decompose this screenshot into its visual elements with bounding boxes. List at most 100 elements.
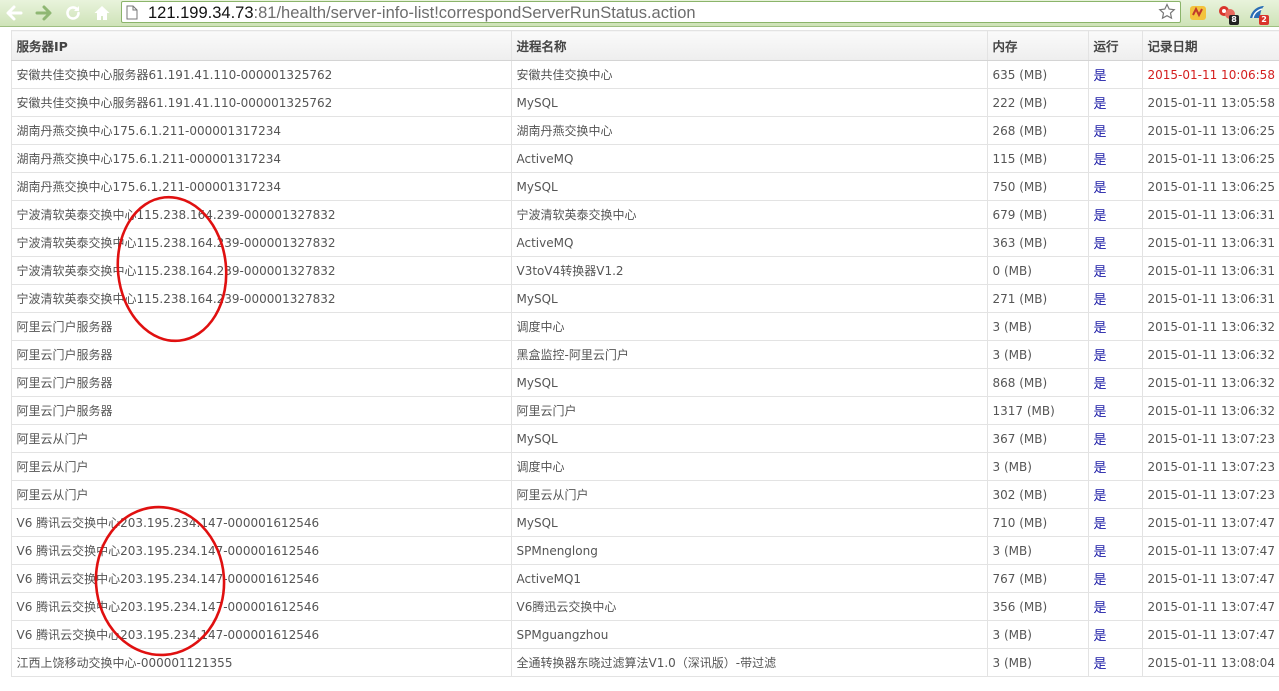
cell-server-ip: 阿里云门户服务器 <box>10 368 512 397</box>
header-process-name[interactable]: 进程名称 <box>510 30 988 61</box>
cell-memory: 268 (MB) <box>986 116 1089 145</box>
cell-running: 是 <box>1087 312 1143 341</box>
url-path: :81/health/server-info-list!correspondSe… <box>253 4 696 22</box>
cell-server-ip: 宁波清软英泰交换中心115.238.164.239-000001327832 <box>10 284 512 313</box>
table-row[interactable]: V6 腾讯云交换中心203.195.234.147-000001612546 My… <box>0 508 1279 537</box>
cell-server-ip: 宁波清软英泰交换中心115.238.164.239-000001327832 <box>10 256 512 285</box>
table-row[interactable]: 湖南丹燕交换中心175.6.1.211-000001317234 MySQL 750… <box>0 172 1279 201</box>
cell-record-date: 2015-01-11 13:06:32 <box>1141 368 1279 397</box>
table-row[interactable]: 宁波清软英泰交换中心115.238.164.239-000001327832 V3… <box>0 256 1279 285</box>
extension-2-button[interactable]: 8 <box>1217 3 1239 25</box>
cell-record-date: 2015-01-11 13:06:31 <box>1141 284 1279 313</box>
cell-memory: 3 (MB) <box>986 620 1089 649</box>
cell-memory: 635 (MB) <box>986 60 1089 89</box>
table-header-row: 服务器IP 进程名称 内存 运行 记录日期 <box>0 30 1279 61</box>
table-row[interactable]: 阿里云从门户 调度中心 3 (MB) 是 2015-01-11 13:07:23 <box>0 452 1279 481</box>
cell-process-name: SPMnenglong <box>510 536 988 565</box>
table-row[interactable]: V6 腾讯云交换中心203.195.234.147-000001612546 V6… <box>0 592 1279 621</box>
cell-running: 是 <box>1087 284 1143 313</box>
home-button[interactable] <box>91 2 113 24</box>
extension-3-button[interactable]: 2 <box>1247 3 1269 25</box>
cell-server-ip: 湖南丹燕交换中心175.6.1.211-000001317234 <box>10 116 512 145</box>
cell-memory: 302 (MB) <box>986 480 1089 509</box>
cell-record-date: 2015-01-11 13:06:32 <box>1141 396 1279 425</box>
cell-memory: 271 (MB) <box>986 284 1089 313</box>
table-row[interactable]: 安徽共佳交换中心服务器61.191.41.110-000001325762 安徽共… <box>0 60 1279 89</box>
extension-badge: 8 <box>1229 15 1239 25</box>
cell-memory: 679 (MB) <box>986 200 1089 229</box>
header-running[interactable]: 运行 <box>1087 30 1143 61</box>
row-spacer <box>0 200 11 229</box>
row-spacer <box>0 340 11 369</box>
cell-memory: 367 (MB) <box>986 424 1089 453</box>
page-icon <box>126 5 138 20</box>
table-row[interactable]: 江西上饶移动交换中心-000001121355 全通转换器东晓过滤算法V1.0（深… <box>0 648 1279 677</box>
row-spacer <box>0 144 11 173</box>
cell-record-date: 2015-01-11 13:06:25 <box>1141 172 1279 201</box>
cell-running: 是 <box>1087 620 1143 649</box>
header-record-date[interactable]: 记录日期 <box>1141 30 1279 61</box>
table-row[interactable]: 宁波清软英泰交换中心115.238.164.239-000001327832 Ac… <box>0 228 1279 257</box>
cell-running: 是 <box>1087 648 1143 677</box>
forward-button[interactable] <box>33 2 55 24</box>
cell-process-name: 全通转换器东晓过滤算法V1.0（深讯版）-带过滤 <box>510 648 988 677</box>
bookmark-star-icon[interactable] <box>1158 3 1176 21</box>
table-row[interactable]: 阿里云门户服务器 黑盒监控-阿里云门户 3 (MB) 是 2015-01-11 13:0… <box>0 340 1279 369</box>
header-server-ip[interactable]: 服务器IP <box>10 30 512 61</box>
cell-running: 是 <box>1087 592 1143 621</box>
cell-server-ip: 阿里云门户服务器 <box>10 340 512 369</box>
server-status-table: 服务器IP 进程名称 内存 运行 记录日期 安徽共佳交换中心服务器61.191.… <box>0 30 1279 677</box>
table-row[interactable]: 宁波清软英泰交换中心115.238.164.239-000001327832 My… <box>0 284 1279 313</box>
cell-running: 是 <box>1087 200 1143 229</box>
row-spacer <box>0 368 11 397</box>
extension-1-button[interactable] <box>1188 3 1208 23</box>
cell-record-date: 2015-01-11 13:08:04 <box>1141 648 1279 677</box>
table-row[interactable]: 阿里云从门户 阿里云从门户 302 (MB) 是 2015-01-11 13:07:23 <box>0 480 1279 509</box>
back-button[interactable] <box>3 2 25 24</box>
header-memory[interactable]: 内存 <box>986 30 1089 61</box>
cell-memory: 363 (MB) <box>986 228 1089 257</box>
table-row[interactable]: 阿里云门户服务器 MySQL 868 (MB) 是 2015-01-11 13:06:3… <box>0 368 1279 397</box>
reload-icon <box>66 6 80 20</box>
row-spacer <box>0 228 11 257</box>
row-spacer <box>0 480 11 509</box>
table-row[interactable]: V6 腾讯云交换中心203.195.234.147-000001612546 SP… <box>0 620 1279 649</box>
table-row[interactable]: 湖南丹燕交换中心175.6.1.211-000001317234 ActiveMQ… <box>0 144 1279 173</box>
cell-memory: 222 (MB) <box>986 88 1089 117</box>
address-bar[interactable]: 121.199.34.73:81/health/server-info-list… <box>121 1 1181 23</box>
cell-record-date: 2015-01-11 10:06:58 <box>1141 60 1279 89</box>
row-spacer <box>0 452 11 481</box>
url-text[interactable]: 121.199.34.73:81/health/server-info-list… <box>148 3 696 23</box>
url-host: 121.199.34.73 <box>148 4 254 22</box>
back-arrow-icon <box>6 5 23 21</box>
cell-process-name: MySQL <box>510 424 988 453</box>
table-row[interactable]: V6 腾讯云交换中心203.195.234.147-000001612546 Ac… <box>0 564 1279 593</box>
cell-process-name: 调度中心 <box>510 452 988 481</box>
table-row[interactable]: V6 腾讯云交换中心203.195.234.147-000001612546 SP… <box>0 536 1279 565</box>
cell-memory: 3 (MB) <box>986 648 1089 677</box>
row-spacer <box>0 312 11 341</box>
cell-memory: 767 (MB) <box>986 564 1089 593</box>
table-row[interactable]: 阿里云从门户 MySQL 367 (MB) 是 2015-01-11 13:07:23 <box>0 424 1279 453</box>
cell-server-ip: 阿里云从门户 <box>10 480 512 509</box>
cell-process-name: 调度中心 <box>510 312 988 341</box>
row-spacer <box>0 172 11 201</box>
cell-process-name: MySQL <box>510 368 988 397</box>
cell-server-ip: 安徽共佳交换中心服务器61.191.41.110-000001325762 <box>10 88 512 117</box>
cell-server-ip: 阿里云从门户 <box>10 424 512 453</box>
cell-record-date: 2015-01-11 13:07:47 <box>1141 508 1279 537</box>
table-row[interactable]: 阿里云门户服务器 阿里云门户 1317 (MB) 是 2015-01-11 13:06:… <box>0 396 1279 425</box>
cell-process-name: ActiveMQ1 <box>510 564 988 593</box>
cell-record-date: 2015-01-11 13:07:23 <box>1141 424 1279 453</box>
reload-button[interactable] <box>62 2 84 24</box>
table-row[interactable]: 阿里云门户服务器 调度中心 3 (MB) 是 2015-01-11 13:06:32 <box>0 312 1279 341</box>
cell-record-date: 2015-01-11 13:06:31 <box>1141 200 1279 229</box>
cell-running: 是 <box>1087 508 1143 537</box>
cell-server-ip: 阿里云门户服务器 <box>10 312 512 341</box>
table-row[interactable]: 宁波清软英泰交换中心115.238.164.239-000001327832 宁波… <box>0 200 1279 229</box>
cell-running: 是 <box>1087 452 1143 481</box>
table-row[interactable]: 湖南丹燕交换中心175.6.1.211-000001317234 湖南丹燕交换中心… <box>0 116 1279 145</box>
cell-process-name: V3toV4转换器V1.2 <box>510 256 988 285</box>
home-icon <box>94 6 110 20</box>
table-row[interactable]: 安徽共佳交换中心服务器61.191.41.110-000001325762 MyS… <box>0 88 1279 117</box>
